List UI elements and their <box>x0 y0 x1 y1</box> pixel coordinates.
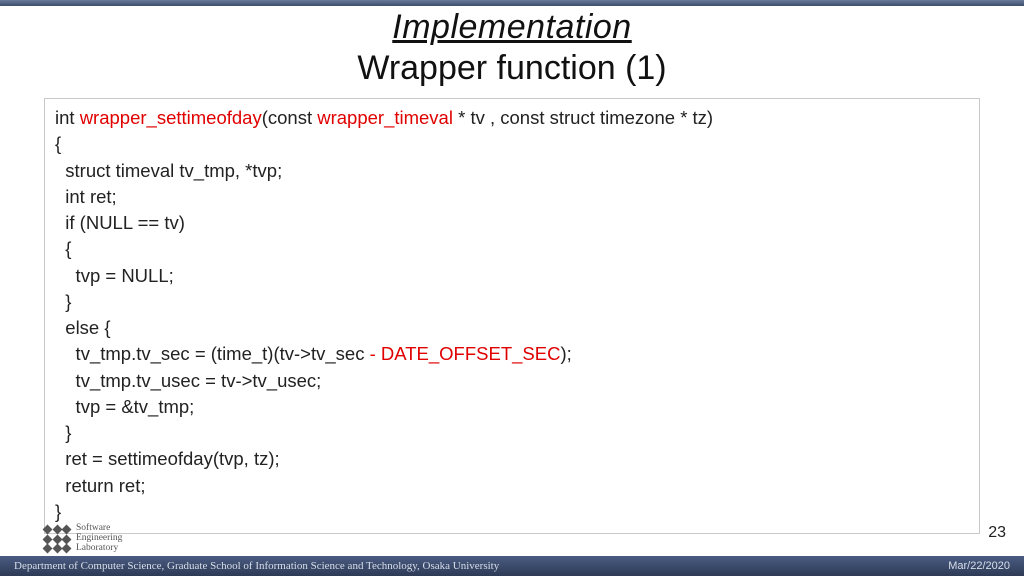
code-line: int wrapper_settimeofday(const wrapper_t… <box>55 105 969 131</box>
code-text: tv_tmp.tv_sec = (time_t)(tv->tv_sec <box>55 343 370 364</box>
code-line: tvp = &tv_tmp; <box>55 394 969 420</box>
code-line: struct timeval tv_tmp, *tvp; <box>55 158 969 184</box>
title-area: Implementation Wrapper function (1) <box>0 8 1024 88</box>
lab-logo-icon <box>44 526 70 552</box>
code-line: int ret; <box>55 184 969 210</box>
code-line: } <box>55 289 969 315</box>
code-line: } <box>55 420 969 446</box>
code-text: (const <box>262 107 318 128</box>
code-text: * tv , const struct timezone * tz) <box>453 107 713 128</box>
code-line: tvp = NULL; <box>55 263 969 289</box>
code-line: return ret; <box>55 473 969 499</box>
footer-bar: Department of Computer Science, Graduate… <box>0 556 1024 576</box>
code-line: else { <box>55 315 969 341</box>
footer-date: Mar/22/2020 <box>948 560 1010 572</box>
code-line: } <box>55 499 969 525</box>
code-text: ); <box>560 343 571 364</box>
footer-affiliation: Department of Computer Science, Graduate… <box>14 560 499 572</box>
lab-logo: Software Engineering Laboratory <box>44 524 122 554</box>
code-line: { <box>55 131 969 157</box>
slide-title-sub: Wrapper function (1) <box>0 49 1024 88</box>
logo-line: Laboratory <box>76 544 122 554</box>
code-highlight: wrapper_settimeofday <box>80 107 262 128</box>
lab-logo-text: Software Engineering Laboratory <box>76 524 122 554</box>
page-number: 23 <box>988 524 1006 542</box>
slide: Implementation Wrapper function (1) int … <box>0 0 1024 576</box>
code-line: tv_tmp.tv_usec = tv->tv_usec; <box>55 368 969 394</box>
top-border <box>0 0 1024 6</box>
code-box: int wrapper_settimeofday(const wrapper_t… <box>44 98 980 534</box>
code-highlight: - DATE_OFFSET_SEC <box>370 343 561 364</box>
slide-title-main: Implementation <box>0 8 1024 47</box>
code-line: tv_tmp.tv_sec = (time_t)(tv->tv_sec - DA… <box>55 341 969 367</box>
code-line: { <box>55 236 969 262</box>
code-text: int <box>55 107 80 128</box>
code-highlight: wrapper_timeval <box>317 107 453 128</box>
code-line: if (NULL == tv) <box>55 210 969 236</box>
code-line: ret = settimeofday(tvp, tz); <box>55 446 969 472</box>
